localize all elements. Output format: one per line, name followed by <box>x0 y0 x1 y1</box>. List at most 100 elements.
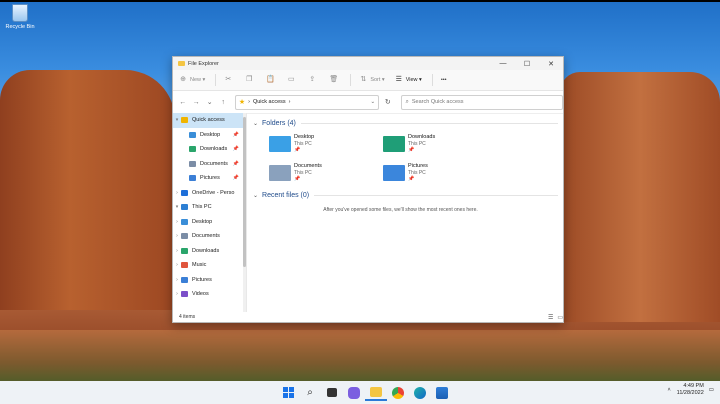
address-bar[interactable]: ★ › Quick access › ⌄ <box>234 94 380 110</box>
sidebar-item-label: Pictures <box>192 276 212 283</box>
folder-tile[interactable]: Pictures This PC 📌 <box>383 158 497 187</box>
rock-formation-right <box>560 72 720 322</box>
status-bar: 4 items ☰ ▭ <box>173 312 569 322</box>
search-icon[interactable]: ⌕ <box>299 384 321 401</box>
sidebar-item[interactable]: › Videos <box>173 287 246 302</box>
chevron-icon[interactable]: › <box>173 219 181 225</box>
folders-grid: Desktop This PC 📌 Downloads This PC 📌 Document… <box>253 129 558 187</box>
downloads-folder-icon <box>383 135 405 152</box>
new-button[interactable]: ⊕ New ▾ <box>179 76 205 84</box>
chevron-icon[interactable]: › <box>173 233 181 239</box>
chevron-icon[interactable]: › <box>173 248 181 254</box>
desktop-folder-icon <box>189 131 196 138</box>
sidebar-item[interactable]: › Downloads <box>173 244 246 259</box>
folder-tile[interactable]: Desktop This PC 📌 <box>269 129 383 158</box>
chrome-icon[interactable] <box>387 384 409 401</box>
folders-section-header[interactable]: ⌄ Folders (4) <box>253 117 558 129</box>
pin-icon: 📌 <box>232 131 239 138</box>
recent-header-label: Recent files (0) <box>262 191 310 199</box>
view-button[interactable]: ☰ View ▾ <box>395 76 422 84</box>
item-count: 4 items <box>179 314 196 320</box>
paste-button[interactable]: 📋 <box>266 76 277 84</box>
chevron-icon[interactable]: › <box>173 291 181 297</box>
taskbar: ⌕ ˄ 4:49 PM 11/28/2022 ▭ <box>0 381 720 404</box>
command-bar: ⊕ New ▾ ✂ ❐ 📋 ▭ ⇪ 🗑 ⇅ Sort ▾ ☰ View ▾ ••• <box>173 70 563 91</box>
pin-icon: 📌 <box>294 176 301 182</box>
share-icon: ⇪ <box>309 76 316 83</box>
copy-button[interactable]: ❐ <box>245 76 256 84</box>
section-divider <box>300 122 558 124</box>
documents-folder-icon <box>181 233 188 240</box>
back-arrow-icon[interactable]: ← <box>177 99 188 106</box>
start-button[interactable] <box>277 384 299 401</box>
address-location[interactable]: Quick access <box>253 99 286 105</box>
minimize-button[interactable]: — <box>491 57 515 70</box>
maximize-button[interactable]: ☐ <box>515 57 539 70</box>
recent-locations-chevron-icon[interactable]: ⌄ <box>204 98 215 106</box>
clock-time: 4:49 PM <box>683 383 704 389</box>
videos-folder-icon <box>181 291 188 298</box>
sidebar-item[interactable]: › Music <box>173 258 246 273</box>
sort-button[interactable]: ⇅ Sort ▾ <box>359 76 384 84</box>
chat-icon[interactable] <box>343 384 365 401</box>
navigation-list: ▾ Quick access Desktop 📌 Downloads 📌 Documents… <box>173 113 246 302</box>
recycle-bin-label: Recycle Bin <box>5 24 35 30</box>
folder-tile[interactable]: Downloads This PC 📌 <box>383 129 497 158</box>
folder-text: Downloads This PC 📌 <box>408 134 435 153</box>
chevron-icon[interactable]: › <box>173 190 181 196</box>
ground <box>0 330 720 385</box>
chevron-icon[interactable]: ▾ <box>173 204 181 210</box>
sidebar-item-label: Documents <box>200 160 228 167</box>
pictures-folder-icon <box>383 164 405 181</box>
recycle-bin-icon <box>12 4 28 22</box>
task-view-icon[interactable] <box>321 384 343 401</box>
refresh-icon[interactable]: ↻ <box>381 98 394 106</box>
scrollbar-thumb[interactable] <box>243 117 246 267</box>
share-button[interactable]: ⇪ <box>308 76 319 84</box>
clock[interactable]: 4:49 PM 11/28/2022 <box>677 383 704 397</box>
pictures-folder-icon <box>189 175 196 182</box>
chevron-down-icon[interactable]: ⌄ <box>371 99 376 105</box>
folder-name: Downloads <box>408 134 436 140</box>
chevron-icon[interactable]: › <box>173 277 181 283</box>
close-button[interactable]: ✕ <box>539 57 563 70</box>
chevron-icon[interactable]: › <box>173 262 181 268</box>
screen-top-edge <box>0 0 720 2</box>
sidebar-item[interactable]: ▾ Quick access <box>173 113 246 128</box>
chevron-up-icon[interactable]: ˄ <box>667 387 670 393</box>
sidebar-item[interactable]: › Pictures <box>173 273 246 288</box>
folder-tile[interactable]: Documents This PC 📌 <box>269 158 383 187</box>
recycle-bin[interactable]: Recycle Bin <box>3 4 37 30</box>
title-bar[interactable]: File Explorer — ☐ ✕ <box>173 57 563 70</box>
recent-files-section-header[interactable]: ⌄ Recent files (0) <box>253 189 558 201</box>
file-explorer-icon[interactable] <box>365 384 387 401</box>
sidebar-item[interactable]: Downloads 📌 <box>173 142 246 157</box>
rename-button[interactable]: ▭ <box>287 76 298 84</box>
sidebar-item[interactable]: ▾ This PC <box>173 200 246 215</box>
file-explorer-window: File Explorer — ☐ ✕ ⊕ New ▾ ✂ ❐ 📋 ▭ ⇪ 🗑 ⇅… <box>172 56 564 323</box>
details-view-icon[interactable]: ☰ <box>548 314 553 321</box>
forward-arrow-icon[interactable]: → <box>190 99 201 106</box>
up-arrow-icon[interactable]: ↑ <box>217 99 228 106</box>
onedrive-icon <box>181 189 188 196</box>
tiles-view-icon[interactable]: ▭ <box>557 314 563 321</box>
sidebar-item-label: Downloads <box>200 146 228 153</box>
sidebar-item[interactable]: › OneDrive - Perso <box>173 186 246 201</box>
sidebar-item[interactable]: Desktop 📌 <box>173 128 246 143</box>
store-icon[interactable] <box>431 384 453 401</box>
sidebar-item[interactable]: Documents 📌 <box>173 157 246 172</box>
cut-button[interactable]: ✂ <box>224 76 235 84</box>
folder-text: Desktop This PC 📌 <box>294 134 314 153</box>
more-options-button[interactable]: ••• <box>441 77 447 83</box>
delete-button[interactable]: 🗑 <box>329 76 340 84</box>
navigation-scrollbar[interactable] <box>243 113 246 312</box>
search-input[interactable]: ⌕ Search Quick access <box>400 94 563 110</box>
sidebar-item[interactable]: Pictures 📌 <box>173 171 246 186</box>
sidebar-item[interactable]: › Desktop <box>173 215 246 230</box>
chevron-icon[interactable]: ▾ <box>173 117 181 123</box>
pin-icon: 📌 <box>232 146 239 153</box>
edge-icon[interactable] <box>409 384 431 401</box>
sidebar-item[interactable]: › Documents <box>173 229 246 244</box>
notification-icon[interactable]: ▭ <box>709 387 714 393</box>
toolbar-divider <box>350 74 352 86</box>
